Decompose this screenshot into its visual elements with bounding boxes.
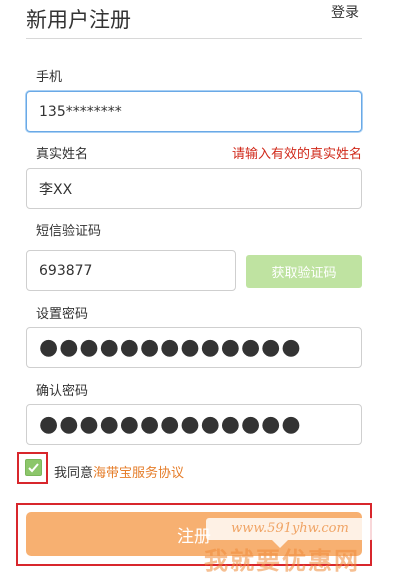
service-agreement-link[interactable]: 海带宝服务协议 [93, 466, 184, 481]
header-divider [26, 38, 362, 39]
phone-label: 手机 [36, 70, 63, 85]
watermark-url: www.591yhw.com [206, 518, 374, 540]
name-label: 真实姓名 [36, 147, 89, 162]
send-code-button[interactable]: 获取验证码 [246, 255, 362, 288]
password-label: 设置密码 [36, 307, 89, 322]
login-link[interactable]: 登录 [331, 2, 359, 22]
password-input[interactable] [26, 327, 362, 368]
confirm-password-input[interactable] [26, 404, 362, 445]
agreement-prefix: 我同意 [54, 466, 94, 481]
sms-code-input[interactable] [26, 250, 236, 291]
name-input[interactable] [26, 168, 362, 209]
agreement-checkbox[interactable] [25, 459, 42, 476]
name-error-message: 请输入有效的真实姓名 [231, 147, 362, 162]
agreement-text: 我同意海带宝服务协议 [54, 462, 184, 481]
sms-code-label: 短信验证码 [36, 224, 102, 239]
phone-input[interactable] [26, 91, 362, 132]
confirm-password-label: 确认密码 [36, 384, 89, 399]
watermark-logo: 我就要优惠网 [204, 547, 360, 575]
page-title: 新用户注册 [26, 8, 131, 32]
checkmark-icon [28, 463, 39, 473]
